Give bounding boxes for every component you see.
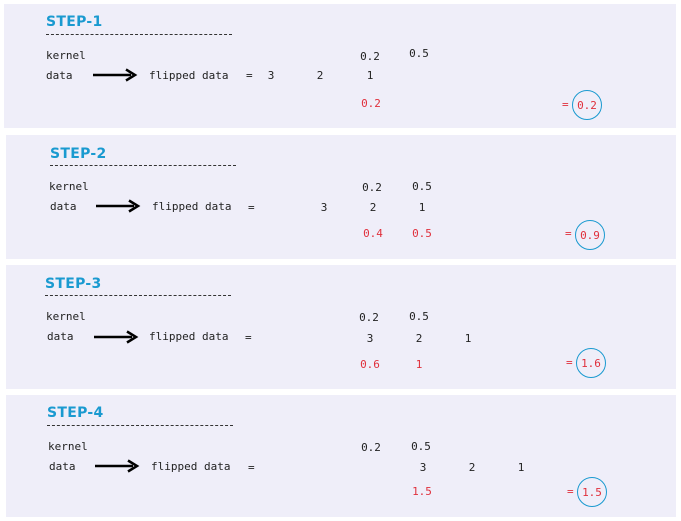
- product-value: 1: [415, 358, 423, 371]
- title-underline: [50, 165, 236, 166]
- step-3-panel: STEP-3 kernel 0.2 0.5 data flipped data …: [6, 265, 676, 389]
- flipped-value: 2: [369, 201, 377, 214]
- title-underline: [45, 295, 231, 296]
- flipped-data-label: flipped data: [149, 69, 229, 82]
- result-circle: 0.9: [575, 220, 605, 250]
- kernel-value: 0.2: [362, 181, 382, 194]
- step-title: STEP-1: [46, 14, 103, 30]
- kernel-value: 0.5: [409, 47, 429, 60]
- kernel-value: 0.5: [412, 180, 432, 193]
- title-underline: [47, 425, 233, 426]
- flipped-value: 1: [366, 69, 374, 82]
- data-label: data: [50, 200, 77, 213]
- product-value: 0.4: [363, 227, 383, 240]
- flipped-value: 2: [415, 332, 423, 345]
- product-value: 1.5: [412, 485, 432, 498]
- flipped-value: 3: [267, 69, 275, 82]
- step-4-panel: STEP-4 kernel 0.2 0.5 data flipped data …: [6, 395, 676, 517]
- kernel-label: kernel: [46, 49, 86, 62]
- arrow-right-icon: [95, 459, 140, 473]
- flipped-value: 3: [366, 332, 374, 345]
- flipped-value: 1: [517, 461, 525, 474]
- flipped-value: 1: [418, 201, 426, 214]
- result-circle: 0.2: [572, 90, 602, 120]
- result-equals: =: [567, 485, 574, 498]
- flipped-data-label: flipped data: [152, 200, 232, 213]
- flipped-value: 3: [419, 461, 427, 474]
- product-value: 0.5: [412, 227, 432, 240]
- step-title: STEP-4: [47, 405, 104, 421]
- result-equals: =: [562, 98, 569, 111]
- step-title: STEP-3: [45, 276, 102, 292]
- result-equals: =: [565, 227, 572, 240]
- title-underline: [46, 34, 232, 35]
- step-title: STEP-2: [50, 146, 107, 162]
- data-label: data: [46, 69, 73, 82]
- step-1-panel: STEP-1 kernel 0.2 0.5 data flipped data …: [4, 4, 676, 128]
- kernel-label: kernel: [49, 180, 89, 193]
- kernel-value: 0.5: [411, 440, 431, 453]
- kernel-value: 0.5: [409, 310, 429, 323]
- arrow-right-icon: [94, 330, 139, 344]
- step-2-panel: STEP-2 kernel 0.2 0.5 data flipped data …: [6, 135, 676, 259]
- flipped-value: 2: [468, 461, 476, 474]
- flipped-data-label: flipped data: [149, 330, 229, 343]
- flipped-value: 3: [320, 201, 328, 214]
- kernel-label: kernel: [46, 310, 86, 323]
- arrow-right-icon: [93, 68, 138, 82]
- result-circle: 1.5: [577, 477, 607, 507]
- equals-sign: =: [248, 201, 255, 214]
- kernel-value: 0.2: [361, 441, 381, 454]
- equals-sign: =: [246, 69, 253, 82]
- equals-sign: =: [248, 461, 255, 474]
- product-value: 0.6: [360, 358, 380, 371]
- result-equals: =: [566, 356, 573, 369]
- kernel-value: 0.2: [359, 311, 379, 324]
- kernel-value: 0.2: [360, 50, 380, 63]
- flipped-value: 2: [316, 69, 324, 82]
- data-label: data: [49, 460, 76, 473]
- kernel-label: kernel: [48, 440, 88, 453]
- result-circle: 1.6: [576, 348, 606, 378]
- flipped-value: 1: [464, 332, 472, 345]
- arrow-right-icon: [96, 199, 141, 213]
- product-value: 0.2: [361, 97, 381, 110]
- equals-sign: =: [245, 331, 252, 344]
- flipped-data-label: flipped data: [151, 460, 231, 473]
- data-label: data: [47, 330, 74, 343]
